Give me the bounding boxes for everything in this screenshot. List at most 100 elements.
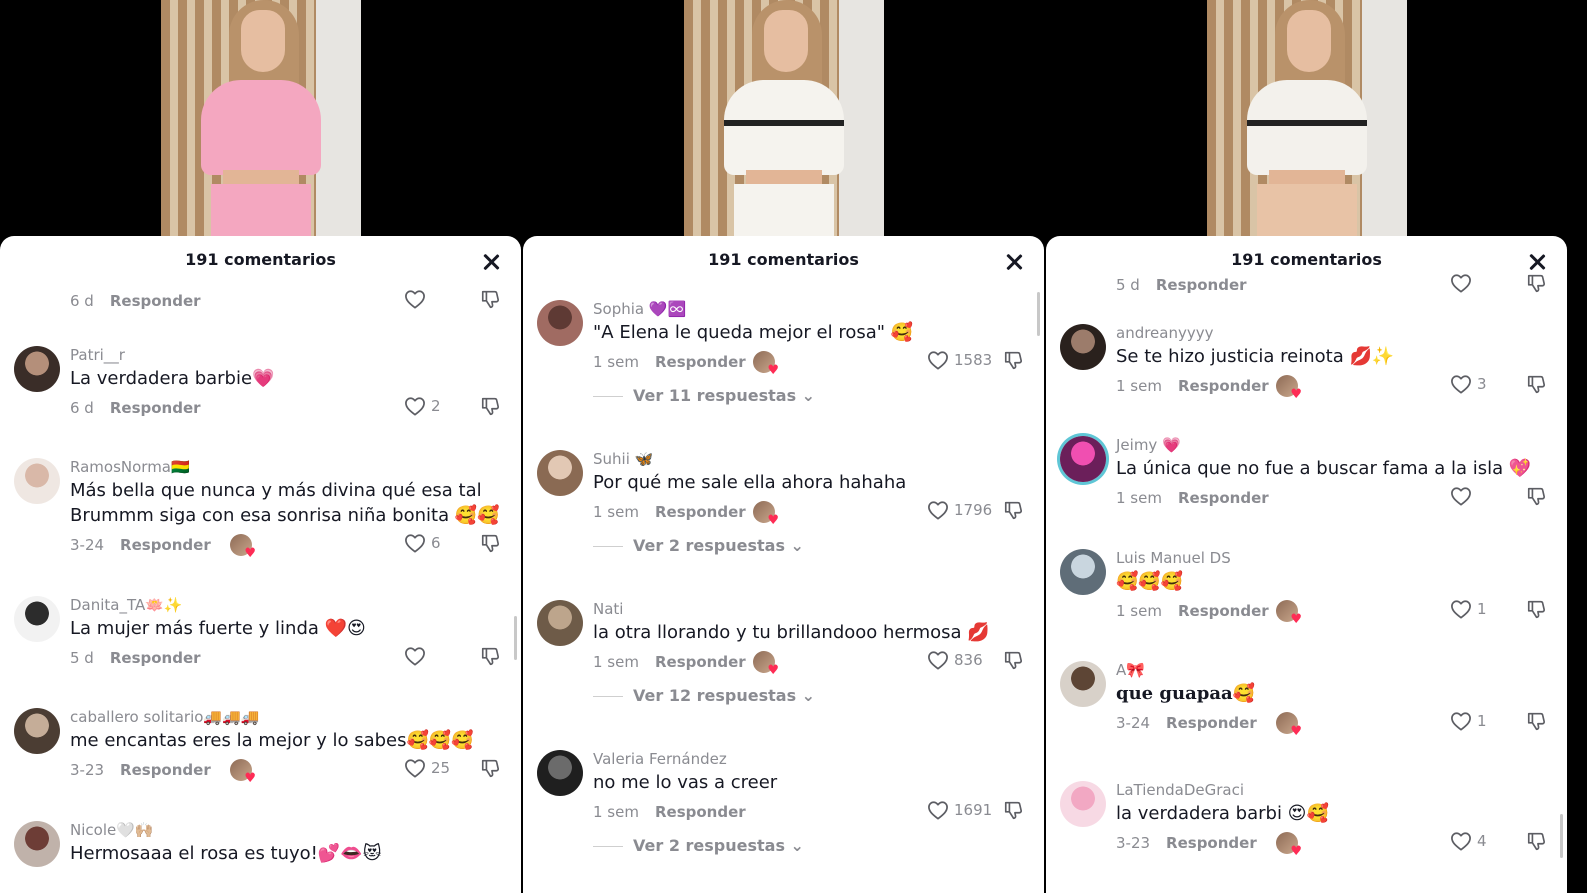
reply-button[interactable]: Responder bbox=[120, 761, 211, 779]
reply-button[interactable]: Responder bbox=[110, 292, 201, 310]
like-button[interactable]: 25 bbox=[404, 758, 450, 778]
view-replies-label[interactable]: Ver 12 respuestas bbox=[633, 686, 796, 705]
avatar[interactable] bbox=[537, 300, 583, 346]
reply-button[interactable]: Responder bbox=[1166, 834, 1257, 852]
scrollbar[interactable] bbox=[1560, 814, 1563, 858]
heart-outline-icon[interactable] bbox=[927, 351, 949, 370]
thumb-down-icon[interactable] bbox=[1003, 649, 1025, 675]
reply-button[interactable]: Responder bbox=[110, 399, 201, 417]
avatar[interactable] bbox=[14, 708, 60, 754]
reply-button[interactable]: Responder bbox=[655, 503, 746, 521]
heart-outline-icon[interactable] bbox=[404, 290, 426, 309]
like-button[interactable] bbox=[1450, 486, 1477, 506]
thumb-down-icon[interactable] bbox=[480, 395, 502, 421]
video-thumbnail[interactable] bbox=[161, 0, 361, 240]
close-icon[interactable] bbox=[1527, 252, 1547, 272]
reply-button[interactable]: Responder bbox=[655, 353, 746, 371]
heart-outline-icon[interactable] bbox=[927, 801, 949, 820]
thumb-down-icon[interactable] bbox=[1526, 485, 1548, 511]
comment-username[interactable]: Valeria Fernández bbox=[593, 750, 727, 768]
like-button[interactable]: 1796 bbox=[927, 500, 992, 520]
scrollbar[interactable] bbox=[514, 616, 517, 660]
reply-button[interactable]: Responder bbox=[110, 649, 201, 667]
heart-outline-icon[interactable] bbox=[1450, 375, 1472, 394]
heart-outline-icon[interactable] bbox=[1450, 600, 1472, 619]
reply-button[interactable]: Responder bbox=[1156, 276, 1247, 294]
comment-username[interactable]: Sophia 💜♾️ bbox=[593, 300, 686, 318]
comment-username[interactable]: Patri__r bbox=[70, 346, 125, 364]
comment-username[interactable]: Suhii 🦋 bbox=[593, 450, 653, 468]
comment-username[interactable]: andreanyyyy bbox=[1116, 324, 1214, 342]
reply-button[interactable]: Responder bbox=[655, 803, 746, 821]
heart-outline-icon[interactable] bbox=[1450, 274, 1472, 293]
like-button[interactable] bbox=[404, 289, 431, 309]
thumb-down-icon[interactable] bbox=[480, 532, 502, 558]
reply-button[interactable]: Responder bbox=[1178, 602, 1269, 620]
reply-button[interactable]: Responder bbox=[1166, 714, 1257, 732]
comment-username[interactable]: Danita_TA🪷✨ bbox=[70, 596, 183, 614]
thumb-down-icon[interactable] bbox=[1526, 598, 1548, 624]
like-button[interactable]: 1 bbox=[1450, 711, 1487, 731]
video-thumbnail[interactable] bbox=[684, 0, 884, 240]
like-button[interactable] bbox=[404, 646, 431, 666]
view-replies-link[interactable]: Ver 2 respuestas ⌄ bbox=[593, 836, 804, 855]
thumb-down-icon[interactable] bbox=[1526, 830, 1548, 856]
avatar[interactable] bbox=[1060, 436, 1106, 482]
thumb-down-icon[interactable] bbox=[480, 757, 502, 783]
avatar[interactable] bbox=[14, 458, 60, 504]
like-button[interactable]: 2 bbox=[404, 396, 441, 416]
like-button[interactable]: 3 bbox=[1450, 374, 1487, 394]
comment-username[interactable]: RamosNorma🇧🇴 bbox=[70, 458, 190, 476]
reply-button[interactable]: Responder bbox=[655, 653, 746, 671]
avatar[interactable] bbox=[14, 346, 60, 392]
thumb-down-icon[interactable] bbox=[1526, 710, 1548, 736]
heart-outline-icon[interactable] bbox=[1450, 712, 1472, 731]
avatar[interactable] bbox=[1060, 781, 1106, 827]
thumb-down-icon[interactable] bbox=[480, 645, 502, 671]
avatar[interactable] bbox=[1060, 324, 1106, 370]
thumb-down-icon[interactable] bbox=[1003, 349, 1025, 375]
like-button[interactable]: 4 bbox=[1450, 831, 1487, 851]
like-button[interactable]: 1583 bbox=[927, 350, 992, 370]
close-icon[interactable] bbox=[1004, 252, 1024, 272]
view-replies-link[interactable]: Ver 12 respuestas ⌄ bbox=[593, 686, 815, 705]
like-button[interactable]: 836 bbox=[927, 650, 983, 670]
view-replies-link[interactable]: Ver 11 respuestas ⌄ bbox=[593, 386, 815, 405]
avatar[interactable] bbox=[1060, 549, 1106, 595]
view-replies-link[interactable]: Ver 2 respuestas ⌄ bbox=[593, 536, 804, 555]
heart-outline-icon[interactable] bbox=[404, 759, 426, 778]
video-thumbnail[interactable] bbox=[1207, 0, 1407, 240]
thumb-down-icon[interactable] bbox=[1003, 499, 1025, 525]
reply-button[interactable]: Responder bbox=[120, 536, 211, 554]
comment-username[interactable]: caballero solitario🚚🚚🚚 bbox=[70, 708, 259, 726]
avatar[interactable] bbox=[1060, 661, 1106, 707]
heart-outline-icon[interactable] bbox=[1450, 487, 1472, 506]
comment-username[interactable]: Jeimy 💗 bbox=[1116, 436, 1181, 454]
thumb-down-icon[interactable] bbox=[1003, 799, 1025, 825]
reply-button[interactable]: Responder bbox=[1178, 377, 1269, 395]
view-replies-label[interactable]: Ver 11 respuestas bbox=[633, 386, 796, 405]
avatar[interactable] bbox=[14, 821, 60, 867]
heart-outline-icon[interactable] bbox=[404, 397, 426, 416]
reply-button[interactable]: Responder bbox=[1178, 489, 1269, 507]
avatar[interactable] bbox=[537, 750, 583, 796]
close-icon[interactable] bbox=[481, 252, 501, 272]
thumb-down-icon[interactable] bbox=[480, 288, 502, 314]
avatar[interactable] bbox=[537, 600, 583, 646]
heart-outline-icon[interactable] bbox=[927, 651, 949, 670]
comment-username[interactable]: Luis Manuel DS bbox=[1116, 549, 1231, 567]
like-button[interactable]: 1691 bbox=[927, 800, 992, 820]
comment-username[interactable]: LaTiendaDeGraci bbox=[1116, 781, 1244, 799]
avatar[interactable] bbox=[537, 450, 583, 496]
like-button[interactable]: 1 bbox=[1450, 599, 1487, 619]
comment-username[interactable]: Nati bbox=[593, 600, 623, 618]
heart-outline-icon[interactable] bbox=[1450, 832, 1472, 851]
like-button[interactable] bbox=[1450, 273, 1477, 293]
heart-outline-icon[interactable] bbox=[927, 501, 949, 520]
comment-username[interactable]: A🎀 bbox=[1116, 661, 1145, 679]
heart-outline-icon[interactable] bbox=[404, 534, 426, 553]
comment-username[interactable]: Nicole🤍🙌🏼 bbox=[70, 821, 154, 839]
scrollbar[interactable] bbox=[1037, 292, 1040, 336]
like-button[interactable]: 6 bbox=[404, 533, 441, 553]
thumb-down-icon[interactable] bbox=[1526, 373, 1548, 399]
